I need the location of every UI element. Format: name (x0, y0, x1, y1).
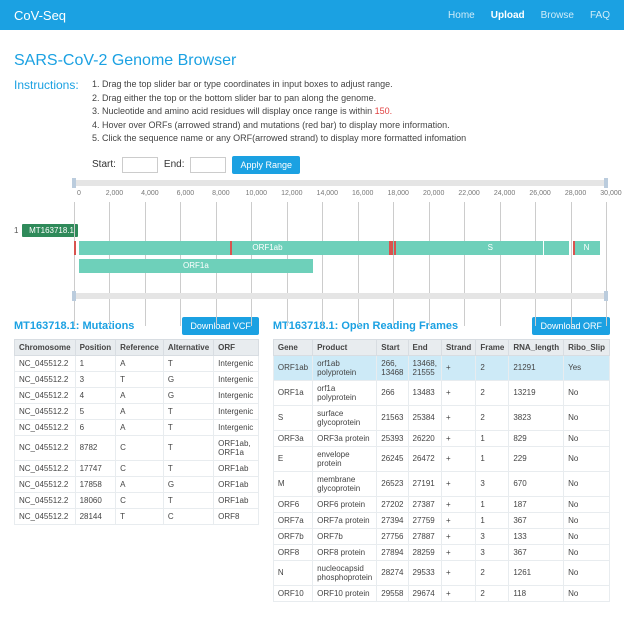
orf-unnamed[interactable] (598, 241, 600, 255)
mutations-panel: MT163718.1: Mutations Download VCF Chrom… (14, 317, 259, 602)
table-row[interactable]: ORF10ORF10 protein2955829674+2118No (273, 585, 609, 601)
nav-home[interactable]: Home (448, 10, 475, 21)
orf-ORF1ab[interactable]: ORF1ab (79, 241, 457, 255)
nav-upload[interactable]: Upload (491, 10, 525, 21)
instructions-list: 1. Drag the top slider bar or type coord… (92, 78, 466, 146)
col-header: Reference (116, 339, 164, 355)
sequence-label[interactable]: MT163718.1 (22, 224, 78, 237)
orf-unnamed[interactable] (560, 241, 569, 255)
mutation-mark[interactable] (573, 241, 575, 255)
orf-S[interactable]: S (456, 241, 524, 255)
col-header: Position (75, 339, 116, 355)
table-row[interactable]: NC_045512.25ATIntergenic (15, 403, 259, 419)
table-row[interactable]: ORF8ORF8 protein2789428259+3367No (273, 544, 609, 560)
table-row[interactable]: NC_045512.24AGIntergenic (15, 387, 259, 403)
mutation-mark[interactable] (230, 241, 232, 255)
table-row[interactable]: NC_045512.28782CTORF1ab, ORF1a (15, 435, 259, 460)
col-header: Start (377, 339, 408, 355)
brand[interactable]: CoV-Seq (14, 8, 66, 23)
orf-table: GeneProductStartEndStrandFrameRNA_length… (273, 339, 610, 602)
table-row[interactable]: ORF1aborf1ab polyprotein266, 1346813468,… (273, 355, 609, 380)
col-header: Chromosome (15, 339, 76, 355)
table-row[interactable]: Mmembrane glycoprotein2652327191+3670No (273, 471, 609, 496)
col-header: Gene (273, 339, 312, 355)
mutation-mark[interactable] (391, 241, 393, 255)
ruler: 02,0004,0006,0008,00010,00012,00014,0001… (74, 188, 606, 220)
col-header: Product (313, 339, 377, 355)
table-row[interactable]: Ssurface glycoprotein2156325384+23823No (273, 405, 609, 430)
col-header: End (408, 339, 441, 355)
navbar: CoV-Seq Home Upload Browse FAQ (0, 0, 624, 30)
start-input[interactable] (122, 157, 158, 173)
orf-track: ORF1abS N ORF1a (74, 241, 606, 281)
table-row[interactable]: ORF6ORF6 protein2720227387+1187No (273, 496, 609, 512)
col-header: Frame (476, 339, 509, 355)
nav-browse[interactable]: Browse (541, 10, 574, 21)
table-row[interactable]: NC_045512.217858AGORF1ab (15, 476, 259, 492)
orf-panel: MT163718.1: Open Reading Frames Download… (273, 317, 610, 602)
col-header: RNA_length (509, 339, 564, 355)
end-label: End: (164, 159, 185, 170)
table-row[interactable]: NC_045512.21ATIntergenic (15, 355, 259, 371)
mutation-mark[interactable] (394, 241, 396, 255)
orf-ORF1a[interactable]: ORF1a (79, 259, 313, 273)
table-row[interactable]: NC_045512.217747CTORF1ab (15, 460, 259, 476)
mutations-table: ChromosomePositionReferenceAlternativeOR… (14, 339, 259, 525)
table-row[interactable]: Nnucleocapsid phosphoprotein2827429533+2… (273, 560, 609, 585)
table-row[interactable]: NC_045512.26ATIntergenic (15, 419, 259, 435)
mutation-mark[interactable] (74, 241, 76, 255)
seq-index: 1 (14, 226, 20, 235)
download-vcf-button[interactable]: Download VCF (182, 317, 259, 335)
orf-title: MT163718.1: Open Reading Frames (273, 320, 458, 332)
table-row[interactable]: ORF7aORF7a protein2739427759+1367No (273, 512, 609, 528)
col-header: ORF (214, 339, 259, 355)
table-row[interactable]: ORF7bORF7b2775627887+3133No (273, 528, 609, 544)
instructions-label: Instructions: (14, 78, 92, 146)
orf-unnamed[interactable] (539, 241, 543, 255)
nav-faq[interactable]: FAQ (590, 10, 610, 21)
orf-unnamed[interactable] (524, 241, 539, 255)
apply-range-button[interactable]: Apply Range (232, 156, 300, 174)
table-row[interactable]: NC_045512.218060CTORF1ab (15, 492, 259, 508)
col-header: Alternative (163, 339, 213, 355)
table-row[interactable]: ORF3aORF3a protein2539326220+1829No (273, 430, 609, 446)
table-row[interactable]: NC_045512.23TGIntergenic (15, 371, 259, 387)
end-input[interactable] (190, 157, 226, 173)
table-row[interactable]: NC_045512.228144TCORF8 (15, 508, 259, 524)
start-label: Start: (92, 159, 116, 170)
col-header: Ribo_Slip (564, 339, 610, 355)
orf-unnamed[interactable] (544, 241, 556, 255)
bottom-slider[interactable] (74, 293, 606, 299)
top-slider[interactable] (74, 180, 606, 186)
table-row[interactable]: ORF1aorf1a polyprotein26613483+213219No (273, 380, 609, 405)
table-row[interactable]: Eenvelope protein2624526472+1229No (273, 446, 609, 471)
page-title: SARS-CoV-2 Genome Browser (14, 52, 610, 70)
orf-N[interactable]: N (575, 241, 597, 255)
col-header: Strand (441, 339, 475, 355)
